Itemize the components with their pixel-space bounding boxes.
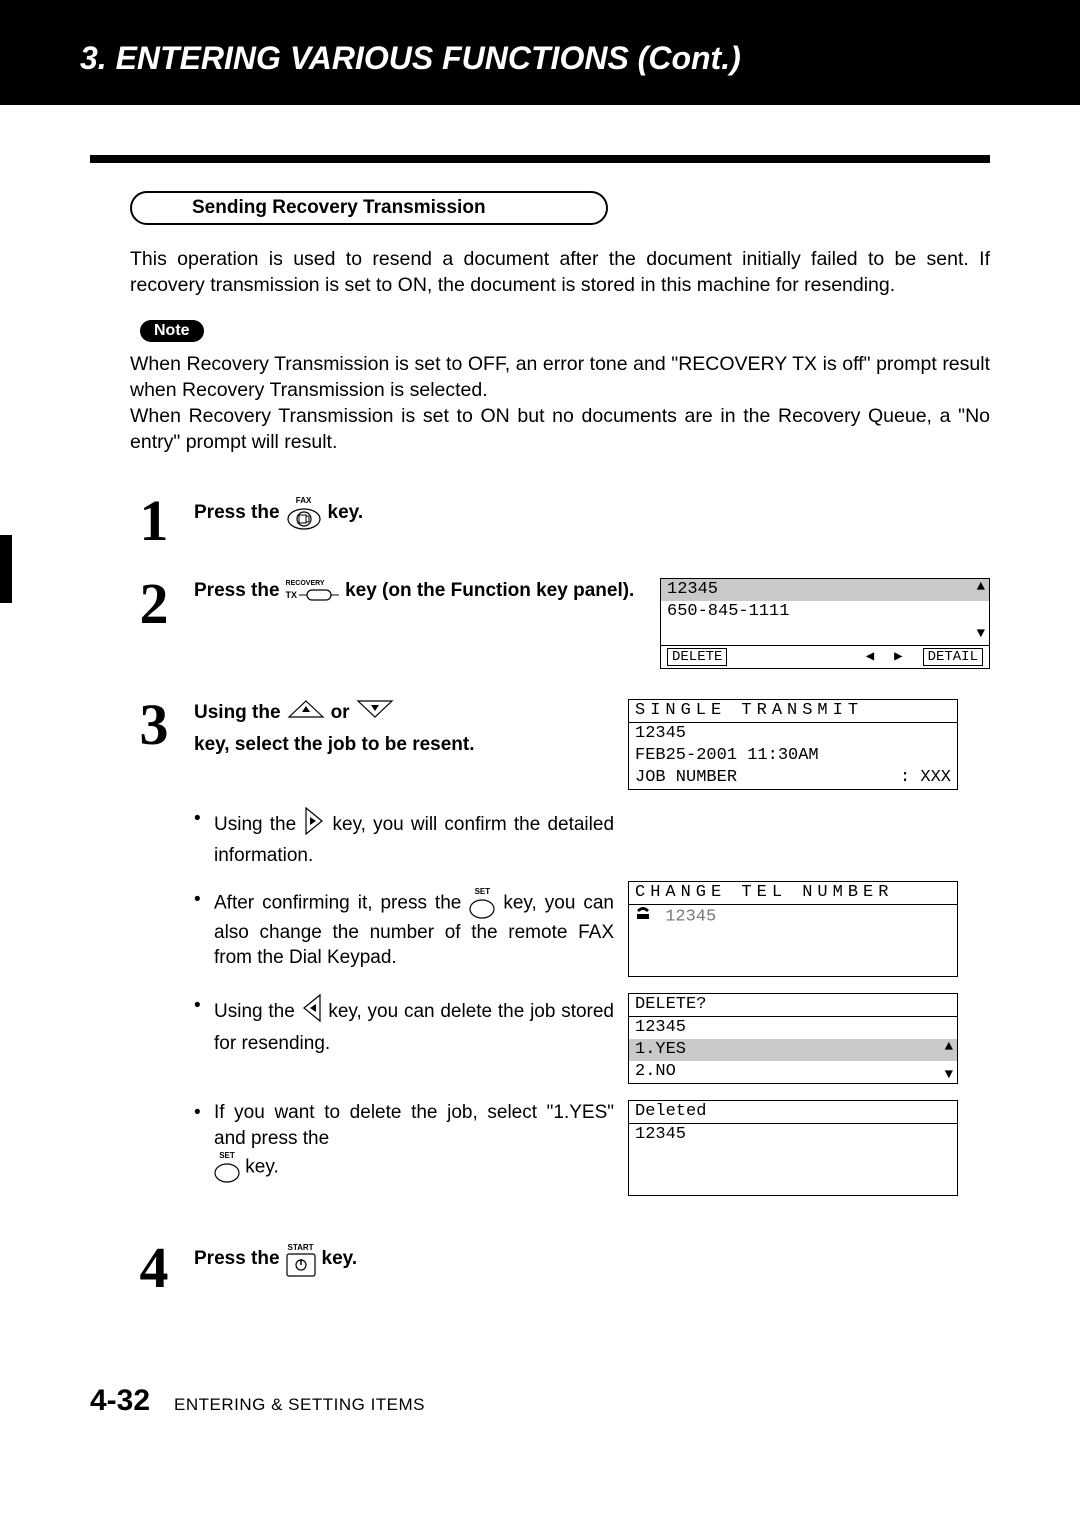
lcd-text: 12345 <box>667 580 718 599</box>
lcd-text: 12345 <box>635 1018 686 1037</box>
step-1: 1 Press the FAX key. <box>130 495 990 547</box>
step-number: 4 <box>130 1242 178 1294</box>
step-text: key. <box>322 1246 358 1273</box>
lcd-text: 1.YES <box>635 1040 686 1059</box>
page-footer: 4-32 ENTERING & SETTING ITEMS <box>0 1384 1080 1488</box>
lcd-text: 650-845-1111 <box>667 602 789 621</box>
header-band: 3. ENTERING VARIOUS FUNCTIONS (Cont.) <box>0 0 1080 105</box>
subsection-pill: Sending Recovery Transmission <box>130 191 608 225</box>
lcd-display-change-tel: CHANGE TEL NUMBER 12345 <box>628 881 958 977</box>
lcd-softkey-delete: DELETE <box>667 648 727 666</box>
lcd-text: 2.NO <box>635 1062 676 1081</box>
step-4: 4 Press the START key. <box>130 1242 990 1294</box>
lcd-softkey-detail: DETAIL <box>923 648 983 666</box>
lcd-text: JOB NUMBER <box>635 768 737 788</box>
lcd-text: 12345 <box>635 1125 686 1144</box>
lcd-text: 12345 <box>635 724 686 743</box>
left-arrow-icon: ◀ <box>866 648 874 665</box>
step-text: key. <box>328 500 364 527</box>
set-key-icon: SET <box>214 1151 240 1184</box>
lcd-text: : XXX <box>900 768 951 788</box>
step-text: key, select the job to be resent. <box>194 732 475 758</box>
up-arrow-icon: ▲ <box>945 1039 953 1055</box>
step-text: Press the <box>194 1246 280 1273</box>
set-key-icon: SET <box>469 887 495 920</box>
phone-icon <box>635 906 651 926</box>
bullet-text: If you want to delete the job, select "1… <box>214 1102 614 1149</box>
step-number: 2 <box>130 578 178 630</box>
steps-list: 1 Press the FAX key. 2 Press the <box>130 495 990 1294</box>
step-number: 3 <box>130 699 178 751</box>
bullet-text: Using the <box>214 1001 295 1022</box>
lcd-display-delete-confirm: DELETE? 12345 1.YES ▲ 2.NO ▼ <box>628 993 958 1084</box>
step-number: 1 <box>130 495 178 547</box>
note-body: When Recovery Transmission is set to OFF… <box>130 352 990 455</box>
start-key-icon: START <box>286 1242 316 1277</box>
down-key-icon <box>356 699 394 727</box>
down-arrow-icon: ▼ <box>945 1067 953 1083</box>
bullet: • <box>194 887 208 913</box>
lcd-display-deleted: Deleted 12345 <box>628 1100 958 1196</box>
lcd-display-detail: SINGLE TRANSMIT 12345 FEB25-2001 11:30AM… <box>628 699 958 790</box>
step-3: 3 Using the or key, select the job to be… <box>130 699 990 1212</box>
page-body: 4 Sending Recovery Transmission This ope… <box>0 105 1080 1384</box>
step-text: or <box>331 700 350 726</box>
right-key-icon <box>303 806 325 844</box>
chapter-tab: 4 <box>0 535 12 603</box>
lcd-text: Deleted <box>635 1102 706 1121</box>
page-number: 4-32 <box>90 1384 150 1418</box>
footer-section-label: ENTERING & SETTING ITEMS <box>174 1395 425 1415</box>
bullet: • <box>194 993 208 1019</box>
left-key-icon <box>301 993 323 1031</box>
step-text: Using the <box>194 700 281 726</box>
bullet-text: Using the <box>214 813 296 834</box>
fax-key-icon: FAX <box>286 495 322 530</box>
up-arrow-icon: ▲ <box>977 579 985 595</box>
lcd-text: SINGLE TRANSMIT <box>635 701 863 720</box>
lcd-text: DELETE? <box>635 995 706 1014</box>
intro-paragraph: This operation is used to resend a docum… <box>130 247 990 298</box>
lcd-text: FEB25-2001 11:30AM <box>635 746 819 765</box>
up-key-icon <box>287 699 325 727</box>
section-title: 3. ENTERING VARIOUS FUNCTIONS (Cont.) <box>80 40 1000 77</box>
step-text: key (on the Function key panel). <box>345 578 634 604</box>
recovery-tx-key-icon: RECOVERY TX <box>286 579 340 602</box>
bullet: • <box>194 1100 208 1126</box>
note-badge: Note <box>140 320 204 342</box>
lcd-text: 12345 <box>665 907 716 926</box>
right-arrow-icon: ▶ <box>894 648 902 665</box>
down-arrow-icon: ▼ <box>977 626 985 642</box>
bullet: • <box>194 806 208 832</box>
divider <box>90 155 990 163</box>
lcd-text: CHANGE TEL NUMBER <box>635 883 893 902</box>
bullet-text: After confirming it, press the <box>214 892 461 913</box>
step-2: 2 Press the RECOVERY TX key (on the Func… <box>130 578 990 669</box>
step-text: Press the <box>194 500 280 527</box>
bullet-text: key. <box>245 1157 278 1178</box>
lcd-display-queue: 12345 ▲ 650-845-1111 ▼ DELETE ◀ <box>660 578 990 669</box>
step-text: Press the <box>194 578 280 604</box>
